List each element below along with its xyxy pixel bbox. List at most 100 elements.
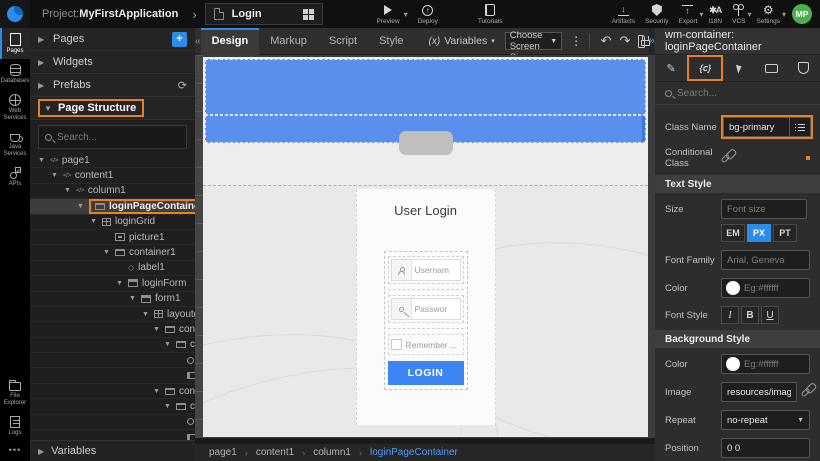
tab-events[interactable] — [723, 55, 755, 81]
login-button[interactable]: LOGIN — [388, 361, 464, 385]
tree-item-loginPageContainer[interactable]: ▼loginPageContainer — [30, 199, 195, 214]
text-color-input[interactable] — [744, 283, 809, 294]
section-page-structure[interactable]: ▼ Page Structure — [30, 97, 195, 120]
rail-item-file-explorer[interactable]: File Explorer — [0, 374, 30, 411]
password-row[interactable] — [388, 295, 464, 323]
tree-item-container[interactable]: ▼contain — [30, 384, 195, 399]
breadcrumb-page1[interactable]: page1 — [209, 447, 237, 458]
export-caret-icon[interactable]: ▾ — [699, 10, 703, 19]
background-style-header[interactable]: Background Style — [655, 330, 820, 348]
tree-item-container[interactable]: ▼con — [30, 399, 195, 414]
vcs-caret-icon[interactable]: ▾ — [747, 10, 751, 19]
redo-icon[interactable]: ↷ — [619, 33, 630, 49]
class-list-button[interactable] — [789, 117, 811, 137]
tree-item-icon[interactable]: ▼ico — [30, 415, 195, 430]
underline-button[interactable]: U — [761, 306, 779, 324]
link-icon[interactable] — [801, 387, 811, 397]
class-name-input[interactable] — [723, 117, 789, 137]
font-size-input[interactable] — [721, 199, 807, 219]
password-input[interactable] — [412, 299, 460, 319]
tab-styles[interactable]: {𝘤} — [687, 55, 723, 81]
tab-security[interactable] — [788, 55, 820, 81]
user-avatar[interactable]: MP — [792, 4, 812, 24]
deploy-button[interactable]: ↑ Deploy — [418, 0, 438, 28]
login-form[interactable]: Remember ... LOGIN — [384, 251, 468, 390]
username-row[interactable] — [388, 256, 464, 284]
settings-caret-icon[interactable]: ▾ — [782, 10, 786, 19]
login-card[interactable]: User Login — [356, 189, 496, 425]
tab-script[interactable]: Script — [318, 28, 368, 55]
save-icon[interactable] — [638, 35, 645, 48]
tree-item-form1[interactable]: ▼form1 — [30, 292, 195, 307]
dashboard-grid-icon[interactable] — [303, 9, 314, 20]
i18n-button[interactable]: ✱A I18N — [708, 0, 722, 28]
tree-item-j-username[interactable]: ▼j_us — [30, 368, 195, 383]
unit-em-button[interactable]: EM — [721, 224, 745, 242]
add-page-button[interactable]: + — [172, 32, 187, 47]
tree-item-loginGrid[interactable]: ▼loginGrid — [30, 215, 195, 230]
tree-item-picture1[interactable]: ▼picture1 — [30, 230, 195, 245]
tree-item-j-password[interactable]: ▼j_p — [30, 430, 195, 440]
italic-button[interactable]: I — [721, 306, 739, 324]
security-button[interactable]: Security — [645, 0, 668, 28]
undo-icon[interactable]: ↶ — [601, 33, 612, 49]
bold-button[interactable]: B — [741, 306, 759, 324]
variables-dropdown[interactable]: (x) Variables ▾ — [429, 35, 495, 47]
screen-size-select[interactable]: -- Choose Screen Size -- ▼ — [505, 32, 562, 50]
rail-item-apis[interactable]: APIs — [0, 162, 30, 192]
tree-item-icon[interactable]: ▼ico — [30, 353, 195, 368]
remember-checkbox[interactable] — [391, 339, 402, 350]
vcs-button[interactable]: VCS — [732, 0, 745, 28]
tree-item-container[interactable]: ▼contain — [30, 322, 195, 337]
section-prefabs[interactable]: ▶ Prefabs ⟳ — [30, 74, 195, 97]
link-icon[interactable] — [721, 153, 731, 163]
text-style-header[interactable]: Text Style — [655, 175, 820, 193]
tree-item-column1[interactable]: ▼</>column1 — [30, 184, 195, 199]
breadcrumb-content1[interactable]: content1 — [256, 447, 294, 458]
tab-properties[interactable]: ✎ — [655, 55, 687, 81]
preview-button[interactable]: Preview — [376, 0, 399, 28]
inspector-search-input[interactable] — [677, 88, 810, 99]
rail-item-databases[interactable]: Databases — [0, 59, 30, 89]
breadcrumb-column1[interactable]: column1 — [313, 447, 351, 458]
section-widgets[interactable]: ▶ Widgets — [30, 51, 195, 74]
font-family-input[interactable] — [721, 250, 810, 270]
tab-design[interactable]: Design — [201, 28, 260, 55]
breadcrumb-loginPageContainer[interactable]: loginPageContainer — [370, 447, 458, 458]
rail-item-logs[interactable]: Logs — [0, 411, 30, 441]
canvas-page[interactable]: User Login — [203, 57, 648, 437]
bg-color-input[interactable] — [744, 359, 809, 370]
tab-style[interactable]: Style — [368, 28, 414, 55]
tree-item-content1[interactable]: ▼</>content1 — [30, 168, 195, 183]
bg-repeat-select[interactable]: no-repeat ▼ — [721, 410, 810, 430]
login-page-container-selection[interactable] — [205, 59, 646, 115]
more-options-icon[interactable]: ••• — [0, 441, 30, 461]
tree-item-container[interactable]: ▼con — [30, 338, 195, 353]
inspector-search[interactable] — [655, 82, 820, 105]
settings-button[interactable]: ⚙ Settings — [756, 0, 780, 28]
remember-me-row[interactable]: Remember ... — [388, 334, 464, 355]
wavemaker-logo[interactable] — [0, 0, 30, 28]
tree-item-layoutgrid2[interactable]: ▼layoutgrid2 — [30, 307, 195, 322]
tree-item-container1[interactable]: ▼container1 — [30, 245, 195, 260]
artifacts-button[interactable]: ↓ Artifacts — [612, 0, 635, 28]
rail-item-pages[interactable]: Pages — [0, 28, 30, 59]
color-swatch[interactable] — [726, 357, 740, 371]
tree-search[interactable] — [38, 125, 187, 149]
tutorials-button[interactable]: Tutorials — [478, 0, 503, 28]
picture-placeholder[interactable] — [399, 131, 453, 155]
section-pages[interactable]: ▶ Pages + — [30, 28, 195, 51]
tree-item-loginForm[interactable]: ▼loginForm — [30, 276, 195, 291]
kebab-menu-icon[interactable]: ⋮ — [570, 34, 582, 48]
tree-item-label1[interactable]: ▼◇label1 — [30, 261, 195, 276]
tree-search-input[interactable] — [57, 132, 180, 143]
unit-pt-button[interactable]: PT — [773, 224, 797, 242]
refresh-icon[interactable]: ⟳ — [178, 79, 187, 92]
tree-item-page1[interactable]: ▼</>page1 — [30, 153, 195, 168]
export-button[interactable]: ↓ Export — [679, 0, 698, 28]
bg-image-input[interactable] — [721, 382, 797, 402]
unit-px-button[interactable]: PX — [747, 224, 771, 242]
rail-item-web-services[interactable]: Web Services — [0, 89, 30, 126]
preview-caret-icon[interactable]: ▾ — [404, 10, 408, 19]
open-page-tab[interactable]: Login — [205, 3, 323, 25]
